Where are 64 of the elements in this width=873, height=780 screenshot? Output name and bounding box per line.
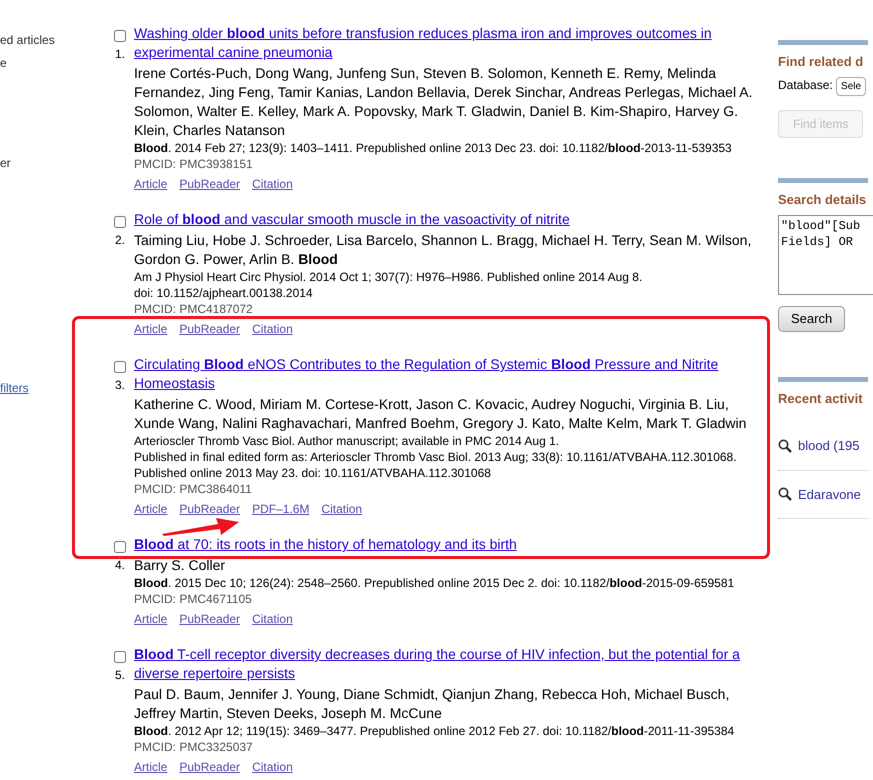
citation-text: Published in final edited form as: Arterioscler Thromb Vasc Biol. 2013 Aug; 33(8): 10.1161/ATVBAHA.112.301068. — [134, 449, 738, 465]
search-button[interactable]: Search — [778, 306, 846, 332]
database-label: Database: — [778, 78, 834, 92]
result-link[interactable]: Citation — [321, 502, 362, 516]
result-number: 1. — [114, 47, 126, 61]
result-link[interactable]: PubReader — [179, 760, 240, 774]
result-link[interactable]: Article — [134, 177, 168, 191]
result-link[interactable]: Citation — [252, 322, 293, 336]
sidebar-text: ed articles — [0, 33, 55, 47]
recent-search-link[interactable]: Edaravone — [798, 484, 861, 504]
select-checkbox[interactable] — [114, 216, 126, 228]
result-link[interactable]: Article — [134, 322, 168, 336]
result-link[interactable]: PubReader — [179, 612, 240, 626]
select-checkbox[interactable] — [114, 361, 126, 373]
result-number: 4. — [114, 558, 126, 572]
pmcid-text: PMCID: PMC3864011 — [134, 481, 253, 497]
section-heading: Find related d — [778, 40, 868, 72]
result-link[interactable]: PubReader — [179, 502, 240, 516]
authors-text: Irene Cortés-Puch, Dong Wang, Junfeng Sun, Steven B. Solomon, Kenneth E. Remy, Melinda Fernandez, Jing Feng, Tamir Kanias, Landon Bellavia, Derek Sinchar, Andreas Perlegas, Michael A. Solomon, Walter E. Kelley, Mark A. Popovsky, Mark T. Gladwin, Daniel B. Kim-Shapiro, Harvey G. Klein, Charles Natanson — [134, 64, 754, 140]
article-title-link[interactable]: Blood at 70: its roots in the history of hematology and its birth — [134, 535, 765, 554]
result-link[interactable]: PubReader — [179, 322, 240, 336]
select-checkbox[interactable] — [114, 541, 126, 553]
result-link[interactable]: Article — [134, 760, 168, 774]
citation-text: Am J Physiol Heart Circ Physiol. 2014 Oct 1; 307(7): H976–H986. Published online 2014 Aug 8. — [134, 269, 644, 285]
authors-text: Paul D. Baum, Jennifer J. Young, Diane Schmidt, Qianjun Zhang, Rebecca Hoh, Michael Busch, Jeffrey Martin, Steven Deeks, Joseph M. McCune — [134, 685, 730, 723]
search-icon — [778, 487, 792, 502]
citation-text: Blood. 2015 Dec 10; 126(24): 2548–2560. Prepublished online 2015 Dec 2. doi: 10.1182/blood-2015-09-659581 — [134, 575, 736, 591]
pmcid-text: PMCID: PMC3325037 — [134, 739, 254, 755]
result-link[interactable]: Article — [134, 612, 168, 626]
citation-text: doi: 10.1152/ajpheart.00138.2014 — [134, 285, 314, 301]
result-link[interactable]: Article — [134, 502, 168, 516]
section-heading: Recent activit — [778, 376, 868, 408]
result-number: 2. — [114, 233, 126, 247]
search-details-box[interactable]: "blood"[Sub Fields] OR — [778, 215, 873, 295]
authors-text: Katherine C. Wood, Miriam M. Cortese-Krott, Jason C. Kovacic, Audrey Noguchi, Virginia B. Liu, Xunde Wang, Nalini Raghavachari, Manfred Boehm, Gregory J. Kato, Malte Kelm, Mark T. Gladwin — [134, 395, 748, 433]
citation-text: Arterioscler Thromb Vasc Biol. Author manuscript; available in PMC 2014 Aug 1. — [134, 433, 560, 449]
select-checkbox[interactable] — [114, 651, 126, 663]
search-icon — [778, 438, 792, 453]
pmcid-text: PMCID: PMC3938151 — [134, 156, 254, 172]
filters-link[interactable]: filters — [0, 381, 29, 395]
article-title-link[interactable]: Role of blood and vascular smooth muscle in the vasoactivity of nitrite — [134, 210, 765, 229]
pmcid-text: PMCID: PMC4187072 — [134, 301, 254, 317]
citation-text: Blood. 2012 Apr 12; 119(15): 3469–3477. Prepublished online 2012 Feb 27. doi: 10.1182/blood-2011-11-395384 — [134, 723, 736, 739]
result-link[interactable]: PDF–1.6M — [252, 502, 310, 516]
result-link[interactable]: PubReader — [179, 177, 240, 191]
article-title-link[interactable]: Blood T-cell receptor diversity decreases during the course of HIV infection, but the potential for a diverse repertoire persists — [134, 645, 765, 683]
sidebar-text: e — [0, 56, 7, 70]
citation-text: Blood. 2014 Feb 27; 123(9): 1403–1411. Prepublished online 2013 Dec 23. doi: 10.1182/blood-2013-11-539353 — [134, 140, 733, 156]
select-checkbox[interactable] — [114, 30, 126, 42]
result-number: 3. — [114, 378, 126, 392]
pmcid-text: PMCID: PMC4671105 — [134, 591, 253, 607]
result-link[interactable]: Citation — [252, 760, 293, 774]
authors-text: Barry S. Coller — [134, 556, 226, 575]
result-link[interactable]: Citation — [252, 177, 293, 191]
article-title-link[interactable]: Circulating Blood eNOS Contributes to the Regulation of Systemic Blood Pressure and Nitrite Homeostasis — [134, 355, 765, 393]
result-number: 5. — [114, 668, 126, 682]
result-link[interactable]: Citation — [252, 612, 293, 626]
authors-text: Taiming Liu, Hobe J. Schroeder, Lisa Barcelo, Shannon L. Bragg, Michael H. Terry, Sean M. Wilson, Gordon G. Power, Arlin B. Blood — [134, 231, 752, 269]
database-select[interactable]: Sele — [836, 76, 866, 96]
sidebar-text: er — [0, 156, 11, 170]
section-heading: Search details — [778, 178, 868, 209]
recent-search-link[interactable]: blood (195 — [798, 436, 860, 456]
citation-text: Published online 2013 May 23. doi: 10.1161/ATVBAHA.112.301068 — [134, 465, 492, 481]
article-title-link[interactable]: Washing older blood units before transfusion reduces plasma iron and improves outcomes in experimental canine pneumonia — [134, 24, 765, 62]
